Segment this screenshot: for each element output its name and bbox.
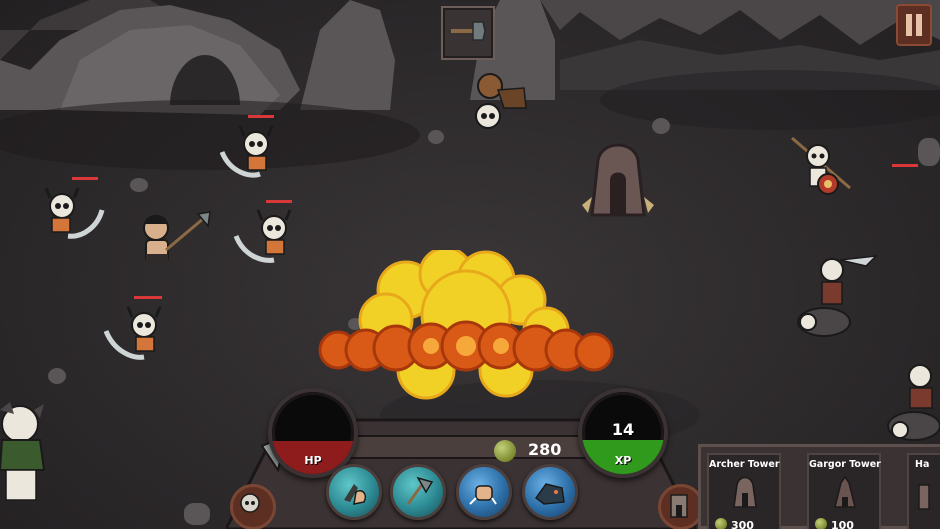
enemy-health-bar	[72, 177, 98, 180]
gargor-tower-icon	[834, 475, 856, 508]
fist-smash-skill-icon	[469, 485, 497, 505]
gold-coin-icon	[715, 518, 727, 529]
beast-charge-skill-icon	[534, 483, 565, 505]
axe-strike-skill-icon	[406, 476, 434, 505]
shop-item-archer-tower[interactable]: Archer Tower 300	[707, 453, 781, 529]
skull-icon	[240, 493, 260, 513]
tower-icon	[670, 494, 688, 518]
rock	[652, 118, 670, 134]
skill-button-1[interactable]	[326, 464, 382, 520]
pause-icon	[906, 14, 922, 36]
xp-orb: 14 XP	[578, 388, 668, 478]
enemy-health-bar	[134, 296, 162, 299]
gold-coin-icon	[815, 518, 827, 529]
gold-coin-icon	[494, 440, 516, 462]
enemy-health-bar	[248, 115, 274, 118]
tower-icon	[918, 484, 930, 510]
orc-skeleton-enemy[interactable]	[0, 400, 56, 510]
skeleton-rider-enemy[interactable]	[884, 360, 940, 444]
skeleton-rider-enemy[interactable]	[796, 250, 882, 340]
tower-structure	[582, 143, 654, 217]
axe-icon	[451, 21, 486, 41]
ground-shadow	[600, 70, 940, 130]
game-stage[interactable]: HP 14 XP 280 Archer Tower 300 Gargor Tow…	[0, 0, 940, 529]
skill-button-3[interactable]	[456, 464, 512, 520]
skill-button-4[interactable]	[522, 464, 578, 520]
rock	[184, 503, 210, 525]
shop-item-price: 300	[731, 519, 754, 529]
skeleton-spearman-enemy[interactable]	[788, 134, 858, 208]
hp-label: HP	[304, 454, 322, 467]
rock	[428, 130, 444, 144]
skill-button-2[interactable]	[390, 464, 446, 520]
shop-item-price: 100	[831, 519, 854, 529]
ground-shadow	[0, 100, 420, 170]
equipped-weapon-slot[interactable]	[441, 6, 495, 60]
enemy-health-bar	[266, 200, 292, 203]
archer-tower-icon	[733, 476, 757, 508]
gold-amount: 280	[528, 440, 562, 459]
bear-rider-enemy[interactable]	[470, 68, 534, 132]
skull-summon-button[interactable]	[230, 484, 276, 529]
hero-character[interactable]	[136, 210, 216, 280]
skeleton-enemy[interactable]	[38, 186, 106, 246]
shop-item-name: Archer Tower	[709, 459, 780, 470]
shop-item-partial[interactable]: Ha	[907, 453, 940, 529]
enemy-health-bar	[892, 164, 918, 167]
skeleton-enemy[interactable]	[234, 208, 300, 268]
level-number: 14	[611, 420, 635, 439]
tower-shop-panel: Archer Tower 300 Gargor Tower 100 Ha	[698, 444, 940, 529]
pause-button[interactable]	[896, 4, 932, 46]
shop-item-gargor-tower[interactable]: Gargor Tower 100	[807, 453, 881, 529]
skeleton-enemy[interactable]	[104, 305, 170, 365]
rock	[918, 138, 940, 166]
hand-grab-skill-icon	[344, 484, 367, 505]
shop-item-name: Gargor Tower	[809, 459, 881, 470]
rock	[48, 368, 66, 384]
skeleton-enemy[interactable]	[220, 122, 284, 182]
shop-item-name: Ha	[915, 459, 930, 470]
rock	[130, 178, 148, 192]
xp-label: XP	[614, 454, 632, 467]
